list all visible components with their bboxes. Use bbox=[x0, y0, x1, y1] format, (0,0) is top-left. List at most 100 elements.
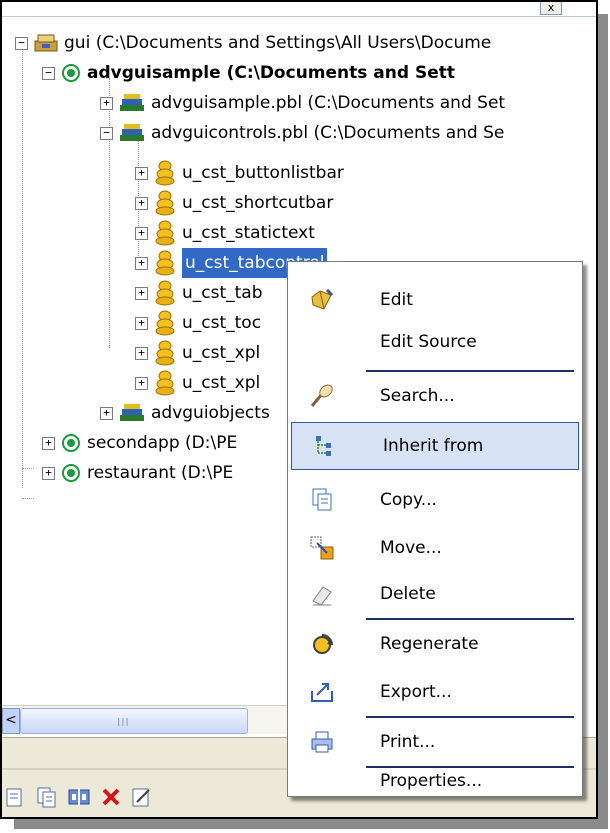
menu-item-label: Edit Source bbox=[380, 332, 477, 352]
target-icon bbox=[61, 433, 81, 453]
tree-node-label: advguicontrols.pbl (C:\Documents and Se bbox=[151, 123, 505, 143]
copy-doc-icon[interactable] bbox=[2, 784, 28, 810]
expand-icon[interactable]: + bbox=[135, 226, 148, 240]
tree-node-advguisample-pbl[interactable]: + advguisample.pbl (C:\Documents and Set bbox=[100, 88, 505, 118]
context-menu: Edit Edit Source Search... Inherit from … bbox=[287, 261, 583, 797]
tree-node-label: restaurant (D:\PE bbox=[87, 463, 234, 483]
target-icon bbox=[61, 463, 81, 483]
expand-icon[interactable]: + bbox=[42, 466, 55, 480]
menu-item-print[interactable]: Print... bbox=[288, 718, 582, 766]
tree-node-label: u_cst_shortcutbar bbox=[182, 193, 334, 213]
tree-node-label: advguisample.pbl (C:\Documents and Set bbox=[151, 93, 506, 113]
userobject-icon bbox=[154, 340, 176, 366]
menu-item-label: Move... bbox=[380, 538, 442, 558]
tree-node-object[interactable]: + u_cst_buttonlistbar bbox=[135, 158, 344, 188]
menu-item-properties[interactable]: Properties... bbox=[288, 767, 582, 795]
expand-icon[interactable]: + bbox=[135, 196, 148, 210]
library-icon bbox=[119, 123, 145, 143]
edit-icon bbox=[288, 287, 356, 313]
tree-node-object[interactable]: + u_cst_tab bbox=[135, 278, 263, 308]
tree-node-object[interactable]: + u_cst_shortcutbar bbox=[135, 188, 333, 218]
tree-node-label: u_cst_tab bbox=[182, 283, 263, 303]
menu-item-label: Edit bbox=[380, 290, 413, 310]
menu-item-label: Print... bbox=[380, 732, 436, 752]
userobject-icon bbox=[154, 190, 176, 216]
tree-node-object[interactable]: + u_cst_toc bbox=[135, 308, 261, 338]
menu-item-label: Export... bbox=[380, 682, 452, 702]
menu-item-label: Search... bbox=[380, 386, 455, 406]
expand-icon[interactable]: + bbox=[100, 96, 113, 110]
edit-doc-icon[interactable] bbox=[128, 784, 154, 810]
tree-node-label: secondapp (D:\PE bbox=[87, 433, 238, 453]
tree-node-label: gui (C:\Documents and Settings\All Users… bbox=[64, 33, 492, 53]
tree-node-secondapp[interactable]: + secondapp (D:\PE bbox=[42, 428, 237, 458]
tree-node-label: advguiobjects bbox=[151, 403, 270, 423]
copy-icon bbox=[288, 487, 356, 513]
tree-node-advguicontrols-pbl[interactable]: − advguicontrols.pbl (C:\Documents and S… bbox=[100, 118, 504, 148]
system-tree-panel: x − gui (C:\Documents and Settings\All U… bbox=[0, 0, 598, 819]
expand-icon[interactable]: + bbox=[135, 316, 148, 330]
search-icon bbox=[288, 382, 356, 410]
expand-icon[interactable]: + bbox=[135, 286, 148, 300]
delete-icon bbox=[288, 581, 356, 607]
scroll-down-button[interactable]: x bbox=[540, 2, 562, 15]
expand-icon[interactable]: + bbox=[135, 166, 148, 180]
userobject-icon bbox=[154, 220, 176, 246]
menu-item-export[interactable]: Export... bbox=[288, 668, 582, 716]
workspace-icon bbox=[34, 33, 58, 53]
inherit-icon bbox=[291, 433, 359, 459]
tree-node-label: u_cst_toc bbox=[182, 313, 262, 333]
target-icon bbox=[61, 63, 81, 83]
menu-item-label: Properties... bbox=[380, 771, 483, 791]
userobject-icon bbox=[154, 160, 176, 186]
collapse-icon[interactable]: − bbox=[100, 126, 113, 140]
move-icon bbox=[288, 535, 356, 561]
collapse-icon[interactable]: − bbox=[42, 66, 55, 80]
tree-node-label: u_cst_xpl bbox=[182, 343, 261, 363]
menu-item-label: Delete bbox=[380, 584, 436, 604]
export-icon bbox=[288, 679, 356, 705]
menu-item-regenerate[interactable]: Regenerate bbox=[288, 620, 582, 668]
menu-item-move[interactable]: Move... bbox=[288, 524, 582, 572]
split-icon[interactable] bbox=[66, 784, 92, 810]
menu-item-label: Regenerate bbox=[380, 634, 479, 654]
library-icon bbox=[119, 93, 145, 113]
tree-node-gui[interactable]: − gui (C:\Documents and Settings\All Use… bbox=[15, 28, 491, 58]
menu-item-delete[interactable]: Delete bbox=[288, 570, 582, 618]
expand-icon[interactable]: + bbox=[135, 346, 148, 360]
horizontal-scrollbar[interactable]: < III bbox=[2, 705, 332, 734]
print-icon bbox=[288, 729, 356, 755]
tree-node-label: u_cst_xpl bbox=[182, 373, 261, 393]
userobject-icon bbox=[154, 280, 176, 306]
library-icon bbox=[119, 403, 145, 423]
menu-item-edit-source[interactable]: Edit Source bbox=[288, 318, 582, 366]
tree-node-label: u_cst_statictext bbox=[182, 223, 315, 243]
menu-item-label: Inherit from bbox=[383, 436, 484, 456]
menu-item-search[interactable]: Search... bbox=[288, 372, 582, 420]
scroll-thumb[interactable]: III bbox=[20, 708, 248, 734]
expand-icon[interactable]: + bbox=[135, 256, 148, 270]
tree-node-label: advguisample (C:\Documents and Sett bbox=[87, 63, 455, 83]
tree-node-object[interactable]: + u_cst_xpl bbox=[135, 338, 260, 368]
tree-node-restaurant[interactable]: + restaurant (D:\PE bbox=[42, 458, 233, 488]
menu-item-edit[interactable]: Edit bbox=[288, 276, 582, 324]
menu-item-copy[interactable]: Copy... bbox=[288, 476, 582, 524]
scroll-left-button[interactable]: < bbox=[2, 708, 20, 734]
delete-x-icon[interactable] bbox=[98, 784, 124, 810]
userobject-icon bbox=[154, 370, 176, 396]
expand-icon[interactable]: + bbox=[100, 406, 113, 420]
menu-item-label: Copy... bbox=[380, 490, 437, 510]
expand-icon[interactable]: + bbox=[42, 436, 55, 450]
expand-icon[interactable]: + bbox=[135, 376, 148, 390]
tree-node-advguisample-target[interactable]: − advguisample (C:\Documents and Sett bbox=[42, 58, 455, 88]
tree-node-object[interactable]: + u_cst_statictext bbox=[135, 218, 315, 248]
paste-doc-icon[interactable] bbox=[34, 784, 60, 810]
tree-node-advguiobjects[interactable]: + advguiobjects bbox=[100, 398, 270, 428]
userobject-icon bbox=[154, 310, 176, 336]
top-scroll-strip: x bbox=[2, 2, 596, 17]
menu-item-inherit-from[interactable]: Inherit from bbox=[291, 422, 579, 470]
tree-node-object[interactable]: + u_cst_xpl bbox=[135, 368, 260, 398]
tree-node-label: u_cst_buttonlistbar bbox=[182, 163, 344, 183]
collapse-icon[interactable]: − bbox=[15, 36, 28, 50]
regenerate-icon bbox=[288, 631, 356, 657]
